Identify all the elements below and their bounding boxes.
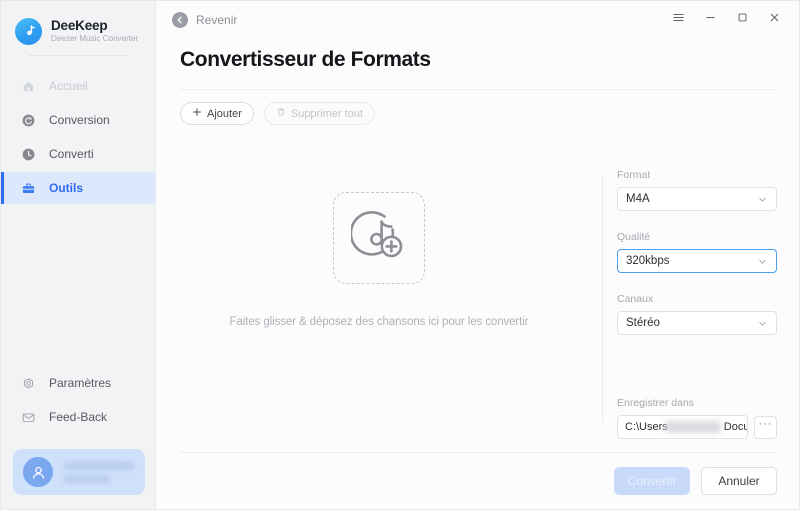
format-value: M4A — [626, 193, 650, 205]
format-label: Format — [617, 169, 651, 181]
delete-all-button-label: Supprimer tout — [290, 107, 364, 120]
sidebar-item-outils[interactable]: Outils — [1, 172, 155, 204]
sidebar-item-label: Conversion — [49, 113, 110, 127]
chevron-down-icon — [757, 256, 768, 267]
quality-select[interactable]: 320kbps — [617, 249, 777, 273]
toolbar: Ajouter Supprimer tout — [156, 90, 799, 125]
chevron-down-icon — [757, 318, 768, 329]
save-to-label: Enregistrer dans — [617, 397, 695, 409]
user-name-redacted — [63, 461, 135, 470]
add-music-note-icon — [349, 207, 407, 268]
ellipsis-icon: ··· — [758, 418, 773, 430]
convert-button[interactable]: Convertir — [614, 467, 690, 495]
sidebar-item-converti[interactable]: Converti — [1, 138, 155, 170]
user-profile-card[interactable] — [13, 449, 145, 495]
maximize-button[interactable] — [727, 7, 757, 33]
sidebar-item-conversion[interactable]: Conversion — [1, 104, 155, 136]
clock-icon — [19, 145, 37, 163]
brand-name: DeeKeep — [51, 17, 108, 33]
sidebar-item-label: Outils — [49, 181, 84, 195]
avatar — [23, 457, 53, 487]
channels-select[interactable]: Stéréo — [617, 311, 777, 335]
save-to-path-suffix: Documen — [723, 421, 747, 433]
settings-gap — [617, 355, 777, 397]
sidebar-item-parametres[interactable]: Paramètres — [1, 367, 155, 399]
sidebar-bottom-nav: Paramètres Feed-Back — [1, 367, 155, 443]
deezer-note-logo-icon — [15, 17, 42, 45]
sidebar-divider — [29, 55, 128, 56]
dropzone[interactable]: Faites glisser & déposez des chansons ic… — [156, 125, 602, 452]
footer: Convertir Annuler — [156, 453, 799, 509]
quality-label: Qualité — [617, 231, 651, 243]
page-title: Convertisseur de Formats — [180, 48, 431, 71]
cancel-button[interactable]: Annuler — [701, 467, 777, 495]
user-details — [63, 461, 135, 483]
gear-icon — [19, 374, 37, 392]
quality-value: 320kbps — [626, 255, 670, 267]
back-button-label: Revenir — [196, 13, 238, 27]
main-panel: Revenir Convertisseur de Formats Ajouter… — [156, 1, 799, 509]
delete-all-button[interactable]: Supprimer tout — [263, 102, 376, 125]
hamburger-icon — [672, 11, 685, 29]
user-plan-redacted — [63, 474, 111, 483]
brand-subtitle: Deezer Music Converter — [51, 33, 139, 43]
minimize-icon — [704, 11, 717, 29]
window-controls — [663, 7, 789, 33]
plus-icon — [192, 107, 202, 120]
browse-button[interactable]: ··· — [754, 415, 777, 439]
trash-icon — [276, 107, 286, 120]
chevron-down-icon — [757, 194, 768, 205]
sidebar-item-label: Converti — [49, 147, 94, 161]
sidebar-item-label: Paramètres — [49, 376, 112, 390]
envelope-icon — [19, 408, 37, 426]
titlebar: Revenir — [156, 1, 799, 39]
briefcase-icon — [19, 179, 37, 197]
app-window: DeeKeep Deezer Music Converter Accueil C… — [0, 0, 800, 510]
save-to-row: C:\Users Documen ··· — [617, 415, 777, 439]
channels-label: Canaux — [617, 293, 654, 305]
home-icon — [19, 77, 37, 95]
sidebar: DeeKeep Deezer Music Converter Accueil C… — [1, 1, 156, 509]
add-button[interactable]: Ajouter — [180, 102, 254, 125]
sidebar-item-label: Accueil — [49, 79, 88, 93]
menu-button[interactable] — [663, 7, 693, 33]
refresh-icon — [19, 111, 37, 129]
save-to-input[interactable]: C:\Users Documen — [617, 415, 748, 439]
dropzone-target[interactable] — [333, 191, 425, 284]
content-row: Faites glisser & déposez des chansons ic… — [156, 125, 799, 452]
back-button[interactable]: Revenir — [172, 12, 237, 28]
convert-button-label: Convertir — [627, 474, 677, 488]
minimize-button[interactable] — [695, 7, 725, 33]
maximize-icon — [736, 11, 749, 29]
dropzone-hint: Faites glisser & déposez des chansons ic… — [229, 315, 529, 328]
sidebar-item-accueil[interactable]: Accueil — [1, 70, 155, 102]
close-icon — [768, 11, 781, 29]
sidebar-nav: Accueil Conversion Converti Outils — [1, 70, 155, 206]
add-button-label: Ajouter — [207, 107, 242, 120]
arrow-left-circle-icon — [172, 12, 188, 28]
format-select[interactable]: M4A — [617, 187, 777, 211]
brand: DeeKeep Deezer Music Converter — [1, 1, 155, 47]
settings-panel: Format M4A Qualité 320kbps Canaux Stéréo… — [603, 125, 799, 452]
save-to-path-prefix: C:\Users — [625, 421, 668, 433]
sidebar-item-label: Feed-Back — [49, 410, 108, 424]
close-button[interactable] — [759, 7, 789, 33]
sidebar-item-feedback[interactable]: Feed-Back — [1, 401, 155, 433]
save-to-path-redacted — [665, 421, 721, 433]
channels-value: Stéréo — [626, 317, 660, 329]
cancel-button-label: Annuler — [718, 474, 760, 488]
